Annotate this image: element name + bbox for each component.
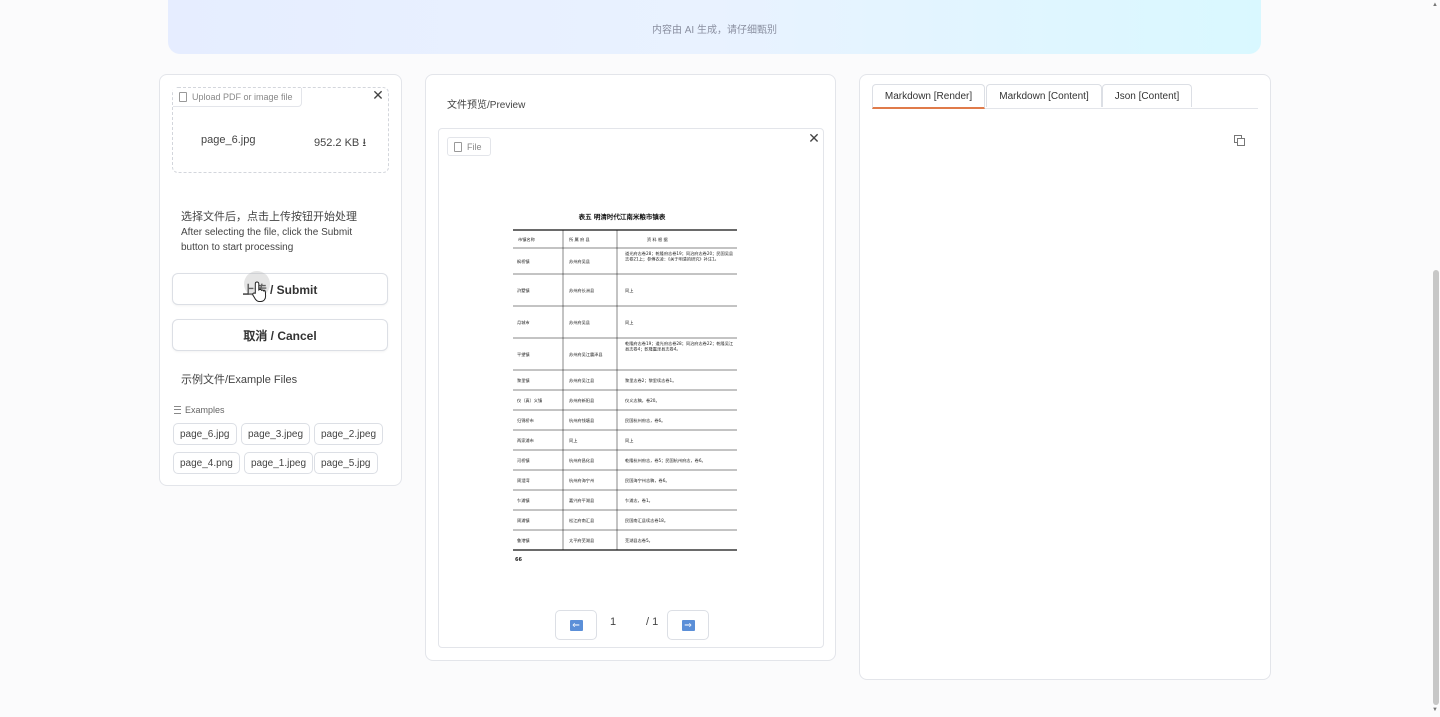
table-cell-text: 周澄湾 — [517, 477, 530, 484]
table-cell-text: 苏州府吴江县 — [569, 377, 594, 384]
table-cell-text: 乍浦镇 — [517, 497, 530, 504]
table-cell-text: 黎里志卷2；黎里续志卷1。 — [625, 377, 676, 384]
table-cell-text: 同上 — [625, 319, 633, 326]
preview-title: 文件预览/Preview — [447, 100, 526, 111]
scroll-up-arrow-icon[interactable]: ▲ — [1432, 2, 1438, 8]
table-cell-text: 乾隆杭州府志，卷5；民国杭州府志，卷6。 — [625, 457, 706, 464]
file-tag-label: File — [467, 141, 482, 152]
total-pages: / 1 — [646, 616, 659, 628]
file-viewer[interactable]: File ✕ 表五 明清时代江南米粮市镇表 市镇名称 所 属 府 县 资 料 根 据… — [438, 128, 824, 648]
table-cell-text: 苏州府吴县 — [569, 319, 590, 326]
file-icon — [179, 92, 187, 102]
example-chip[interactable]: page_5.jpg — [314, 452, 378, 474]
table-cell-text: 同上 — [625, 437, 633, 444]
table-cell-text: 月城市 — [517, 319, 530, 326]
submit-button[interactable]: 上传 / Submit — [172, 273, 388, 305]
examples-label-text: Examples — [185, 405, 225, 415]
list-icon — [174, 406, 181, 414]
table-cell-text: 苏州府吴县 — [569, 258, 590, 265]
table-cell-text: 苏州府吴江震泽县 — [569, 351, 603, 358]
uploaded-file-name: page_6.jpg — [201, 134, 256, 146]
arrow-right-icon: ⇒ — [681, 619, 695, 631]
output-tabs: Markdown [Render] Markdown [Content] Jso… — [872, 84, 1258, 109]
table-cell-text: 黎里镇 — [517, 377, 530, 384]
document-heading: 表五 明清时代江南米粮市镇表 — [578, 212, 666, 221]
table-cell-text: 杭州府钱塘县 — [569, 417, 594, 424]
file-tag: File — [447, 137, 491, 156]
prev-page-button[interactable]: ⇐ — [555, 610, 597, 640]
table-cell-text: 枫桥镇 — [517, 258, 530, 265]
example-chip[interactable]: page_4.png — [173, 452, 240, 474]
pagination: ⇐ 1 / 1 ⇒ — [439, 609, 823, 640]
ai-disclaimer: 内容由 AI 生成，请仔细甄别 — [651, 25, 777, 36]
tab-markdown-render[interactable]: Markdown [Render] — [872, 84, 985, 109]
table-cell-text: 归锦桥市 — [517, 417, 534, 424]
instructions: 选择文件后，点击上传按钮开始处理 After selecting the fil… — [181, 210, 381, 255]
hand-cursor-icon — [252, 281, 267, 302]
table-cell-text: 杭州府海宁州 — [569, 477, 594, 484]
table-cell-text: 所 属 府 县 — [569, 236, 590, 243]
upload-tag-label: Upload PDF or image file — [192, 92, 293, 102]
table-cell-text: 乾隆府志卷19；道光府志卷28；同治府志卷22；乾隆吴江县志卷4；乾隆震泽县志卷… — [625, 340, 733, 353]
table-cell-text: 仪义志稿，卷20。 — [625, 397, 660, 404]
table-cell-text: 平望镇 — [517, 351, 530, 358]
file-upload-dropzone[interactable]: Upload PDF or image file ✕ page_6.jpg 95… — [172, 87, 389, 173]
arrow-left-icon: ⇐ — [569, 619, 583, 631]
examples-title: 示例文件/Example Files — [181, 374, 298, 386]
input-panel: Upload PDF or image file ✕ page_6.jpg 95… — [159, 74, 402, 486]
cancel-button[interactable]: 取消 / Cancel — [172, 319, 388, 351]
example-chip[interactable]: page_2.jpeg — [314, 423, 384, 445]
table-cell-text: 民国海宁州志稿，卷6。 — [625, 477, 670, 484]
table-cell-text: 松江府南汇县 — [569, 517, 594, 524]
table-cell-text: 资 料 根 据 — [647, 236, 668, 243]
current-page[interactable]: 1 — [610, 616, 616, 628]
uploaded-file-size[interactable]: 952.2 KB ⭳ — [314, 134, 366, 153]
table-cell-text: 同上 — [625, 287, 633, 294]
example-chip[interactable]: page_1.jpeg — [244, 452, 314, 474]
example-chip[interactable]: page_6.jpg — [173, 423, 237, 445]
table-cell-text: 道光府志卷28；乾隆府志卷19；同治府志卷20；民国吴县志卷21上；参傅衣凌：《… — [625, 250, 733, 263]
output-panel: Markdown [Render] Markdown [Content] Jso… — [859, 74, 1271, 680]
table-cell-text: 太平府芜湖县 — [569, 537, 594, 544]
table-cell-text: 苏州府新阳县 — [569, 397, 594, 404]
table-cell-text: 两家浦市 — [517, 437, 534, 444]
tab-markdown-content[interactable]: Markdown [Content] — [986, 84, 1102, 107]
copy-icon[interactable] — [1233, 134, 1245, 146]
file-size-value: 952.2 KB — [314, 137, 360, 149]
table-cell-text: 市镇名称 — [518, 236, 535, 243]
clear-upload-close-icon[interactable]: ✕ — [370, 88, 386, 104]
table-cell-text: 民国南汇县续志卷18。 — [625, 517, 668, 524]
close-preview-icon[interactable]: ✕ — [806, 131, 822, 147]
example-chip[interactable]: page_3.jpeg — [241, 423, 311, 445]
table-cell-text: 民国杭州府志，卷6。 — [625, 417, 665, 424]
file-icon — [454, 141, 462, 152]
table-cell-text: 鲁港镇 — [517, 537, 530, 544]
next-page-button[interactable]: ⇒ — [667, 610, 709, 640]
ai-banner: 内容由 AI 生成，请仔细甄别 — [168, 0, 1261, 54]
document-page-image: 表五 明清时代江南米粮市镇表 市镇名称所 属 府 县资 料 根 据枫桥镇 苏州府吴… — [513, 212, 737, 563]
table-cell-text: 浒墅镇 — [517, 287, 530, 294]
upload-tag: Upload PDF or image file — [173, 88, 302, 107]
examples-label: Examples — [174, 405, 225, 415]
table-cell-text: 乍浦志，卷1。 — [625, 497, 653, 504]
table-cell-text: 嘉兴府平湖县 — [569, 497, 594, 504]
scroll-down-arrow-icon[interactable]: ▼ — [1432, 707, 1438, 713]
table-cell-text: 苏州府长洲县 — [569, 287, 594, 294]
download-icon[interactable]: ⭳ — [362, 137, 366, 149]
page-scrollbar[interactable] — [1433, 270, 1439, 705]
table-cell-text: 杭州府昌化县 — [569, 457, 594, 464]
instructions-zh: 选择文件后，点击上传按钮开始处理 — [181, 211, 357, 223]
table-cell-text: 周浦镇 — [517, 517, 530, 524]
table-cell-text: 河桥镇 — [517, 457, 530, 464]
instructions-en: After selecting the file, click the Subm… — [181, 227, 353, 253]
table-cell-text: 仪（真）义镇 — [517, 397, 542, 404]
tab-json-content[interactable]: Json [Content] — [1102, 84, 1192, 107]
table-cell-text: 芜湖县志卷5。 — [625, 537, 653, 544]
preview-panel: 文件预览/Preview File ✕ 表五 明清时代江南米粮市镇表 市镇名称 所… — [425, 74, 836, 661]
document-page-number: 66 — [515, 557, 522, 563]
table-cell-text: 同上 — [569, 437, 577, 444]
